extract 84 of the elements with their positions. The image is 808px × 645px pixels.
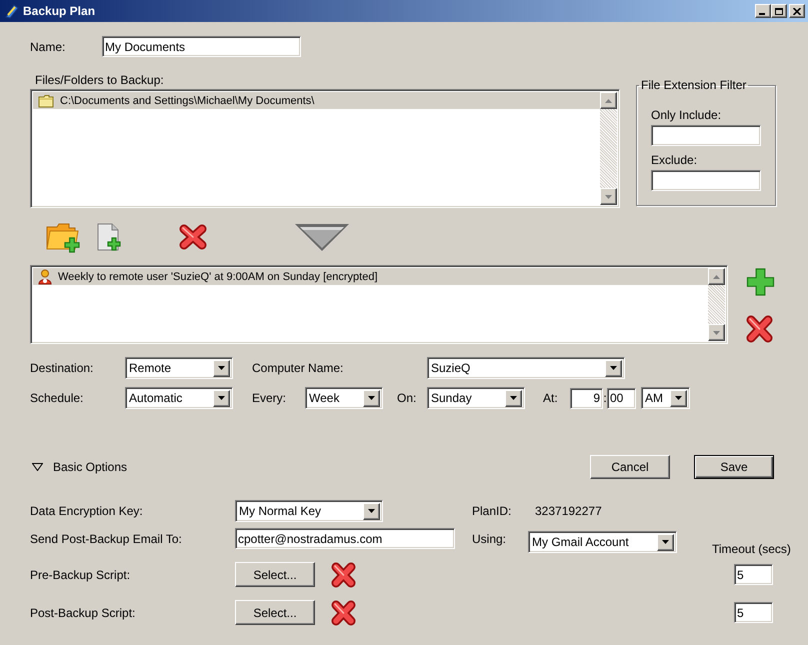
field-label: Destination: xyxy=(30,361,94,375)
delete-icon[interactable] xyxy=(330,560,357,588)
account-dropdown[interactable]: My Gmail Account xyxy=(528,531,677,553)
group-title: File Extension Filter xyxy=(640,78,748,92)
scroll-down-icon[interactable] xyxy=(605,194,612,198)
caret-icon xyxy=(510,396,517,400)
caret-icon xyxy=(218,396,225,400)
column-label: Timeout (secs) xyxy=(712,541,791,557)
am-pm-dropdown[interactable]: AM xyxy=(641,387,690,409)
dropdown-button[interactable] xyxy=(363,502,380,520)
time-separator: : xyxy=(603,391,607,405)
field-label: Name: xyxy=(30,40,66,54)
folder-icon xyxy=(38,94,54,108)
scroll-up-icon[interactable] xyxy=(713,274,720,278)
caret-icon xyxy=(662,540,669,544)
caret-icon xyxy=(368,396,375,400)
name-field[interactable]: My Documents xyxy=(102,36,301,57)
dropdown-button[interactable] xyxy=(363,390,380,406)
field-label: On: xyxy=(397,391,418,405)
down-triangle-icon[interactable] xyxy=(294,222,350,252)
day-dropdown[interactable]: Sunday xyxy=(427,387,525,409)
list-item[interactable]: C:\Documents and Settings\Michael\My Documents\ xyxy=(33,92,600,109)
interval-dropdown[interactable]: Week xyxy=(305,387,383,409)
field-label: Using: xyxy=(472,531,508,548)
delete-icon[interactable] xyxy=(330,598,357,626)
file-list[interactable]: C:\Documents and Settings\Michael\My Documents\ xyxy=(30,89,620,208)
field-label: Data Encryption Key: xyxy=(30,504,144,518)
close-icon xyxy=(793,8,801,14)
caret-icon xyxy=(610,366,617,370)
destination-dropdown[interactable]: Remote xyxy=(125,357,233,379)
field-label: Send Post-Backup Email To: xyxy=(30,531,183,548)
field-label: PlanID: xyxy=(472,504,512,518)
dropdown-button[interactable] xyxy=(605,360,622,376)
email-field[interactable]: cpotter@nostradamus.com xyxy=(235,528,455,549)
plan-list[interactable]: Weekly to remote user 'SuzieQ' at 9:00AM on Sunday [encrypted] xyxy=(30,265,728,344)
include-field[interactable] xyxy=(651,125,761,146)
expand-triangle-icon[interactable] xyxy=(32,463,43,471)
schedule-dropdown[interactable]: Automatic xyxy=(125,387,233,409)
delete-icon[interactable] xyxy=(178,222,208,250)
minimize-button[interactable] xyxy=(755,4,771,18)
timeout-field[interactable]: 5 xyxy=(734,602,773,623)
list-label: Files/Folders to Backup: xyxy=(35,73,164,87)
scrollbar[interactable] xyxy=(708,268,725,341)
encryption-key-dropdown[interactable]: My Normal Key xyxy=(235,500,383,522)
field-label: Pre-Backup Script: xyxy=(30,568,132,582)
dropdown-button[interactable] xyxy=(670,390,687,406)
plus-icon[interactable] xyxy=(745,267,776,297)
window-title: Backup Plan xyxy=(23,4,96,18)
close-button[interactable] xyxy=(789,4,805,18)
caret-icon xyxy=(675,396,682,400)
folder-plus-icon[interactable] xyxy=(45,220,81,252)
field-label: Every: xyxy=(252,391,288,405)
scroll-down-icon[interactable] xyxy=(713,330,720,334)
dialog-button[interactable]: Save xyxy=(694,455,774,479)
field-label: Post-Backup Script: xyxy=(30,606,136,620)
dropdown-button[interactable] xyxy=(657,534,674,550)
select-button[interactable]: Select... xyxy=(235,600,315,625)
scrollbar[interactable] xyxy=(600,92,617,205)
field-label: Exclude: xyxy=(651,153,698,167)
field-label: Computer Name: xyxy=(252,361,344,375)
dropdown-button[interactable] xyxy=(213,360,230,376)
hour-field[interactable]: 9 xyxy=(570,388,603,408)
maximize-button[interactable] xyxy=(771,4,787,18)
list-item[interactable]: Weekly to remote user 'SuzieQ' at 9:00AM on Sunday [encrypted] xyxy=(33,268,708,285)
computer-name-dropdown[interactable]: SuzieQ xyxy=(427,357,625,379)
dropdown-button[interactable] xyxy=(505,390,522,406)
plan-id-value: 3237192277 xyxy=(535,504,602,518)
maximize-icon xyxy=(775,8,783,14)
app-icon xyxy=(4,3,20,19)
field-label: At: xyxy=(543,391,559,405)
dropdown-button[interactable] xyxy=(213,390,230,406)
delete-icon[interactable] xyxy=(745,314,774,344)
exclude-field[interactable] xyxy=(651,170,761,191)
field-label: Only Include: xyxy=(651,108,722,122)
user-icon xyxy=(38,268,52,284)
file-plus-icon[interactable] xyxy=(95,222,123,252)
dialog-button[interactable]: Cancel xyxy=(590,455,670,479)
select-button[interactable]: Select... xyxy=(235,562,315,587)
caret-icon xyxy=(368,509,375,513)
timeout-field[interactable]: 5 xyxy=(734,564,773,585)
minute-field[interactable]: 00 xyxy=(607,388,636,408)
field-label: Schedule: xyxy=(30,391,84,405)
caret-icon xyxy=(218,366,225,370)
scroll-up-icon[interactable] xyxy=(605,98,612,102)
